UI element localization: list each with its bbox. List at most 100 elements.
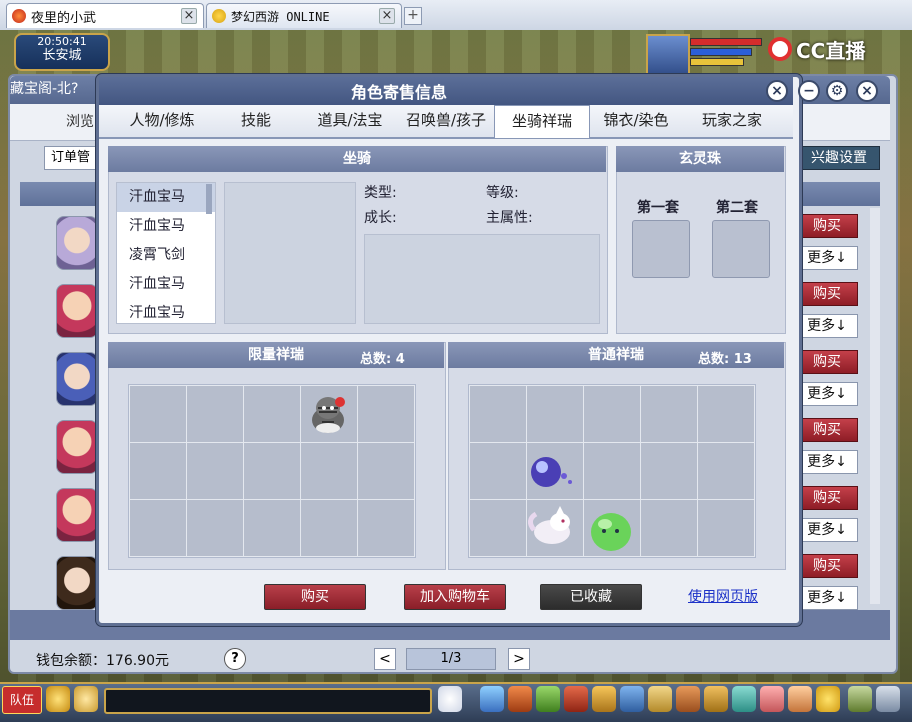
grid-slot[interactable] bbox=[641, 386, 697, 442]
emote-icon[interactable] bbox=[816, 686, 840, 712]
character-avatar[interactable] bbox=[56, 420, 98, 474]
gear-icon[interactable]: ⚙ bbox=[826, 80, 848, 102]
grid-slot[interactable] bbox=[301, 443, 357, 499]
close-icon[interactable]: × bbox=[766, 80, 788, 102]
attack-icon[interactable] bbox=[480, 686, 504, 712]
green-spirit-mount-icon[interactable] bbox=[584, 504, 638, 554]
pet-menu-icon[interactable] bbox=[620, 686, 644, 712]
chat-input[interactable] bbox=[104, 688, 432, 714]
friends-icon[interactable] bbox=[704, 686, 728, 712]
saved-button[interactable]: 已收藏 bbox=[540, 584, 642, 610]
tab-summons[interactable]: 召唤兽/孩子 bbox=[400, 105, 492, 137]
grid-slot[interactable] bbox=[130, 500, 186, 556]
item-icon[interactable] bbox=[508, 686, 532, 712]
orb-slot[interactable] bbox=[712, 220, 770, 278]
buy-button[interactable]: 购买 bbox=[796, 214, 858, 238]
grid-slot[interactable] bbox=[358, 386, 414, 442]
character-avatar[interactable] bbox=[56, 488, 98, 542]
add-to-cart-button[interactable]: 加入购物车 bbox=[404, 584, 506, 610]
character-avatar[interactable] bbox=[56, 216, 98, 270]
buy-button[interactable]: 购买 bbox=[264, 584, 366, 610]
mount-list-scrollbar[interactable] bbox=[206, 184, 212, 214]
chat-bubble-icon[interactable] bbox=[74, 686, 98, 712]
shop-tab-browse[interactable]: 浏览 bbox=[66, 111, 94, 131]
team-icon[interactable] bbox=[592, 686, 616, 712]
voice-icon[interactable] bbox=[46, 686, 70, 712]
browser-tab-game[interactable]: 梦幻西游 ONLINE × bbox=[206, 3, 402, 28]
player-portrait[interactable] bbox=[646, 34, 690, 78]
list-item[interactable]: 汗血宝马 bbox=[117, 270, 215, 299]
settings-icon[interactable] bbox=[876, 686, 900, 712]
character-avatar[interactable] bbox=[56, 284, 98, 338]
quest-icon[interactable] bbox=[648, 686, 672, 712]
tab-character[interactable]: 人物/修炼 bbox=[116, 105, 208, 137]
orb-mount-icon[interactable] bbox=[526, 452, 576, 492]
orb-slot[interactable] bbox=[632, 220, 690, 278]
more-button[interactable]: 更多↓ bbox=[796, 518, 858, 542]
shop-icon[interactable] bbox=[760, 686, 784, 712]
grid-slot[interactable] bbox=[698, 443, 754, 499]
grid-slot[interactable] bbox=[187, 443, 243, 499]
mount-list[interactable]: 汗血宝马 汗血宝马 凌霄飞剑 汗血宝马 汗血宝马 bbox=[116, 182, 216, 324]
grid-slot[interactable] bbox=[584, 443, 640, 499]
fight-icon[interactable] bbox=[788, 686, 812, 712]
grid-slot[interactable] bbox=[130, 386, 186, 442]
tab-items[interactable]: 道具/法宝 bbox=[304, 105, 396, 137]
grid-slot[interactable] bbox=[301, 500, 357, 556]
trade-icon[interactable] bbox=[564, 686, 588, 712]
grid-slot[interactable] bbox=[698, 500, 754, 556]
more-button[interactable]: 更多↓ bbox=[796, 586, 858, 610]
more-button[interactable]: 更多↓ bbox=[796, 314, 858, 338]
buy-button[interactable]: 购买 bbox=[796, 282, 858, 306]
tab-player-home[interactable]: 玩家之家 bbox=[686, 105, 778, 137]
grid-slot[interactable] bbox=[358, 500, 414, 556]
grid-slot[interactable] bbox=[584, 386, 640, 442]
list-item[interactable]: 汗血宝马 bbox=[117, 299, 215, 323]
tab-skills[interactable]: 技能 bbox=[216, 105, 296, 137]
close-tab-icon[interactable]: × bbox=[379, 8, 395, 24]
buy-button[interactable]: 购买 bbox=[796, 350, 858, 374]
team-button[interactable]: 队伍 bbox=[2, 686, 42, 714]
pet-icon[interactable] bbox=[438, 686, 462, 712]
grid-slot[interactable] bbox=[358, 443, 414, 499]
grid-slot[interactable] bbox=[244, 386, 300, 442]
grid-slot[interactable] bbox=[641, 500, 697, 556]
close-tab-icon[interactable]: × bbox=[181, 8, 197, 24]
tab-costumes[interactable]: 锦衣/染色 bbox=[592, 105, 680, 137]
give-icon[interactable] bbox=[536, 686, 560, 712]
system-icon[interactable] bbox=[848, 686, 872, 712]
grid-slot[interactable] bbox=[130, 443, 186, 499]
prev-page-button[interactable]: < bbox=[374, 648, 396, 670]
list-item[interactable]: 汗血宝马 bbox=[117, 183, 215, 212]
character-avatar[interactable] bbox=[56, 556, 98, 610]
character-avatar[interactable] bbox=[56, 352, 98, 406]
list-item[interactable]: 汗血宝马 bbox=[117, 212, 215, 241]
grid-slot[interactable] bbox=[641, 443, 697, 499]
grid-slot[interactable] bbox=[187, 500, 243, 556]
buy-button[interactable]: 购买 bbox=[796, 418, 858, 442]
grid-slot[interactable] bbox=[244, 443, 300, 499]
more-button[interactable]: 更多↓ bbox=[796, 246, 858, 270]
tab-mounts[interactable]: 坐骑祥瑞 bbox=[494, 105, 590, 138]
grid-slot[interactable] bbox=[244, 500, 300, 556]
browser-tab-active[interactable]: 夜里的小武 × bbox=[6, 3, 204, 28]
mail-icon[interactable] bbox=[732, 686, 756, 712]
use-web-version-link[interactable]: 使用网页版 bbox=[688, 586, 758, 606]
grid-slot[interactable] bbox=[470, 500, 526, 556]
gang-icon[interactable] bbox=[676, 686, 700, 712]
grid-slot[interactable] bbox=[698, 386, 754, 442]
new-tab-button[interactable]: + bbox=[404, 7, 422, 25]
help-icon[interactable]: ? bbox=[224, 648, 246, 670]
close-icon[interactable]: × bbox=[856, 80, 878, 102]
grid-slot[interactable] bbox=[187, 386, 243, 442]
buy-button[interactable]: 购买 bbox=[796, 554, 858, 578]
list-item[interactable]: 凌霄飞剑 bbox=[117, 241, 215, 270]
more-button[interactable]: 更多↓ bbox=[796, 382, 858, 406]
next-page-button[interactable]: > bbox=[508, 648, 530, 670]
grid-slot[interactable] bbox=[527, 386, 583, 442]
shop-scrollbar[interactable] bbox=[870, 208, 880, 604]
white-fox-mount-icon[interactable] bbox=[526, 504, 580, 550]
grid-slot[interactable] bbox=[470, 386, 526, 442]
more-button[interactable]: 更多↓ bbox=[796, 450, 858, 474]
grid-slot[interactable] bbox=[470, 443, 526, 499]
